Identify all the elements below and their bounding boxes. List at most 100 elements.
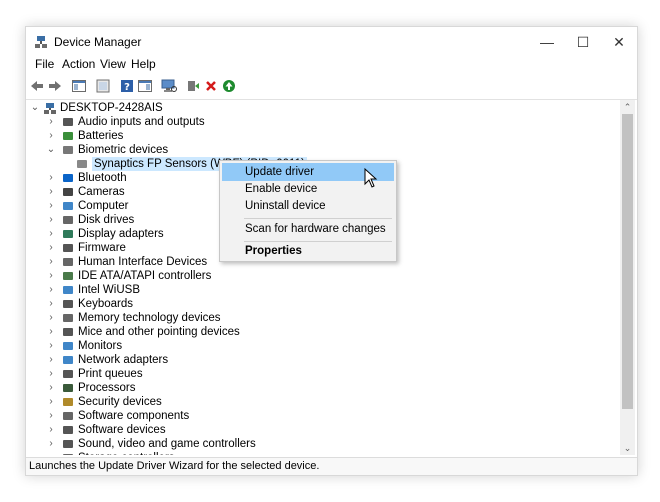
tree-category-row[interactable]: › Software components: [26, 409, 616, 423]
firmware-icon: [63, 244, 73, 252]
menu-view[interactable]: View: [97, 57, 129, 71]
properties-toolbar-button[interactable]: [94, 77, 112, 95]
tree-category-row[interactable]: › Security devices: [26, 395, 616, 409]
menu-help[interactable]: Help: [128, 57, 159, 71]
tree-item-label: Intel WiUSB: [78, 284, 140, 296]
tree-item-label: Software devices: [78, 424, 166, 436]
chevron-right-icon[interactable]: ›: [46, 129, 56, 143]
back-button[interactable]: [28, 77, 46, 95]
chevron-right-icon[interactable]: ›: [46, 437, 56, 451]
tree-item-label: Audio inputs and outputs: [78, 116, 205, 128]
maximize-button[interactable]: ☐: [565, 27, 601, 57]
uninstall-toolbar-button[interactable]: [202, 77, 220, 95]
tree-category-row[interactable]: › IDE ATA/ATAPI controllers: [26, 269, 616, 283]
disk-drive-icon: [63, 216, 73, 224]
chevron-right-icon[interactable]: ›: [46, 325, 56, 339]
scan-hardware-button[interactable]: [160, 77, 178, 95]
chevron-right-icon[interactable]: ›: [46, 255, 56, 269]
chevron-right-icon[interactable]: ›: [46, 185, 56, 199]
window-title: Device Manager: [54, 35, 142, 49]
tree-item-label: Network adapters: [78, 354, 169, 366]
ide-controller-icon: [63, 272, 73, 280]
tree-item-label: Biometric devices: [78, 144, 169, 156]
tree-item-label: Computer: [78, 200, 129, 212]
scroll-down-icon[interactable]: ⌄: [620, 441, 635, 455]
tree-item-label: Processors: [78, 382, 136, 394]
chevron-right-icon[interactable]: ›: [46, 297, 56, 311]
title-bar: Device Manager — ☐ ✕: [26, 27, 637, 57]
scrollbar-thumb[interactable]: [622, 114, 633, 409]
tree-root[interactable]: ⌄ DESKTOP-2428AIS: [26, 101, 616, 115]
action-pane-button[interactable]: [136, 77, 154, 95]
tree-category-row[interactable]: › Monitors: [26, 339, 616, 353]
chevron-right-icon[interactable]: ›: [46, 115, 56, 129]
minimize-button[interactable]: —: [529, 27, 565, 57]
chevron-right-icon[interactable]: ›: [46, 353, 56, 367]
tree-item-label: Print queues: [78, 368, 143, 380]
fingerprint-icon: [63, 146, 73, 154]
help-toolbar-button[interactable]: ?: [118, 77, 136, 95]
tree-item-label: Human Interface Devices: [78, 256, 208, 268]
chevron-right-icon[interactable]: ›: [46, 409, 56, 423]
uninstall-device-menu-item[interactable]: Uninstall device: [222, 197, 394, 215]
tree-category-row[interactable]: › Batteries: [26, 129, 616, 143]
chevron-right-icon[interactable]: ›: [46, 311, 56, 325]
show-hide-console-tree-button[interactable]: [70, 77, 88, 95]
scroll-up-icon[interactable]: ⌃: [620, 100, 635, 114]
computer-icon: [63, 202, 73, 210]
chevron-right-icon[interactable]: ›: [46, 423, 56, 437]
hid-icon: [63, 258, 73, 266]
software-component-icon: [63, 412, 73, 420]
chevron-right-icon[interactable]: ›: [46, 213, 56, 227]
chevron-right-icon[interactable]: ›: [46, 283, 56, 297]
enable-device-toolbar-button[interactable]: [220, 77, 238, 95]
tree-category-row[interactable]: › Processors: [26, 381, 616, 395]
menu-file[interactable]: File: [32, 57, 57, 71]
chevron-down-icon[interactable]: ⌄: [30, 101, 40, 115]
tree-category-row[interactable]: › Network adapters: [26, 353, 616, 367]
chevron-right-icon[interactable]: ›: [46, 241, 56, 255]
speaker-icon: [63, 440, 73, 448]
vertical-scrollbar[interactable]: ⌃ ⌄: [620, 100, 635, 455]
close-button[interactable]: ✕: [601, 27, 637, 57]
tree-category-row[interactable]: › Sound, video and game controllers: [26, 437, 616, 451]
device-manager-icon: [35, 36, 47, 48]
tree-category-row[interactable]: › Software devices: [26, 423, 616, 437]
help-icon: ?: [121, 80, 133, 93]
tree-category-row[interactable]: › Print queues: [26, 367, 616, 381]
tree-category-row[interactable]: › Audio inputs and outputs: [26, 115, 616, 129]
chevron-right-icon[interactable]: ›: [46, 227, 56, 241]
forward-button[interactable]: [46, 77, 64, 95]
tree-item-label: Sound, video and game controllers: [78, 438, 256, 450]
chevron-right-icon[interactable]: ›: [46, 199, 56, 213]
update-driver-label: Update driver: [245, 166, 315, 178]
tree-category-row[interactable]: › Storage controllers: [26, 451, 616, 455]
processor-icon: [63, 384, 73, 392]
keyboard-icon: [63, 300, 73, 308]
tree-item-label: Firmware: [78, 242, 126, 254]
scan-hardware-menu-item[interactable]: Scan for hardware changes: [222, 220, 394, 238]
chevron-right-icon[interactable]: ›: [46, 339, 56, 353]
chevron-down-icon[interactable]: ⌄: [46, 143, 56, 157]
tree-category-row[interactable]: › Intel WiUSB: [26, 283, 616, 297]
properties-menu-item[interactable]: Properties: [222, 242, 394, 260]
chevron-right-icon[interactable]: ›: [46, 381, 56, 395]
chevron-right-icon[interactable]: ›: [46, 451, 56, 455]
tree-item-label: Cameras: [78, 186, 125, 198]
uninstall-device-label: Uninstall device: [245, 200, 326, 212]
tree-category-row[interactable]: ⌄ Biometric devices: [26, 143, 616, 157]
chevron-right-icon[interactable]: ›: [46, 367, 56, 381]
battery-icon: [63, 132, 73, 140]
chevron-right-icon[interactable]: ›: [46, 171, 56, 185]
update-driver-toolbar-button[interactable]: [184, 77, 202, 95]
speaker-icon: [63, 118, 73, 126]
chevron-right-icon[interactable]: ›: [46, 395, 56, 409]
menu-action[interactable]: Action: [59, 57, 98, 71]
tree-category-row[interactable]: › Memory technology devices: [26, 311, 616, 325]
tree-root-label: DESKTOP-2428AIS: [60, 102, 163, 114]
scan-hardware-label: Scan for hardware changes: [245, 223, 386, 235]
minimize-icon: —: [540, 34, 554, 50]
tree-category-row[interactable]: › Keyboards: [26, 297, 616, 311]
tree-category-row[interactable]: › Mice and other pointing devices: [26, 325, 616, 339]
chevron-right-icon[interactable]: ›: [46, 269, 56, 283]
